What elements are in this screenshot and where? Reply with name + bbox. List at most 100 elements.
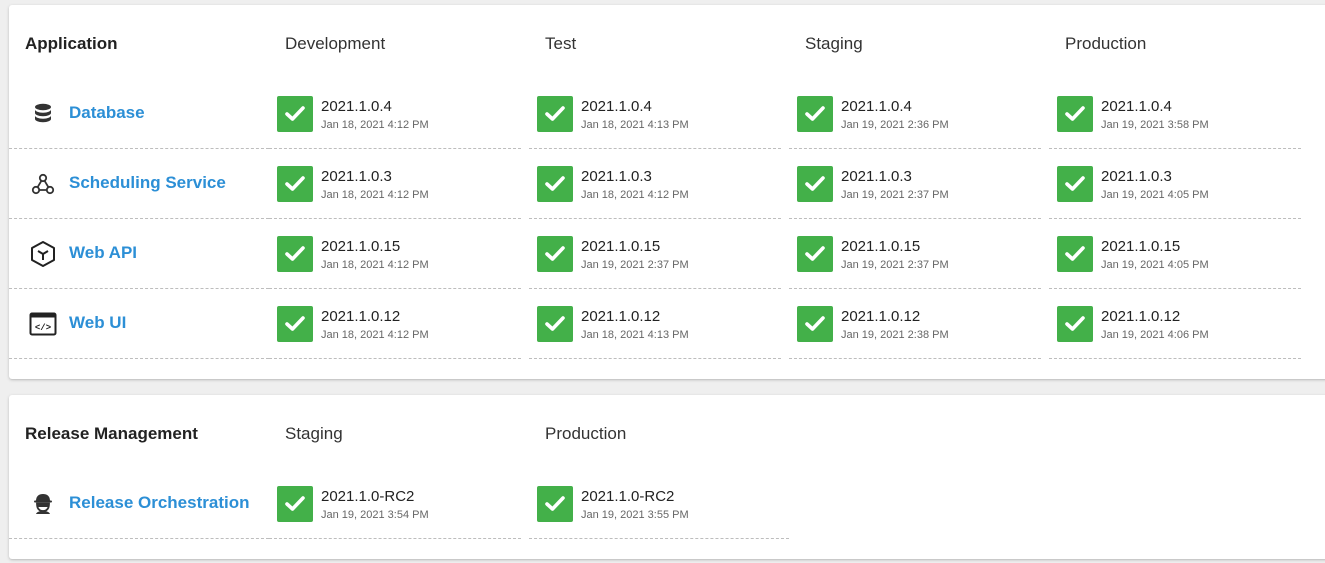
version-label: 2021.1.0.3 xyxy=(581,168,652,185)
deployment-cell-test[interactable]: 2021.1.0.15 Jan 19, 2021 2:37 PM xyxy=(529,219,781,289)
deployment-cell-production[interactable]: 2021.1.0.15 Jan 19, 2021 4:05 PM xyxy=(1049,219,1301,289)
deployment-cell-production[interactable]: 2021.1.0.12 Jan 19, 2021 4:06 PM xyxy=(1049,289,1301,359)
version-label: 2021.1.0.12 xyxy=(321,308,401,325)
header-test: Test xyxy=(545,34,577,53)
deployment-cell-development[interactable]: 2021.1.0.3 Jan 18, 2021 4:12 PM xyxy=(269,149,521,219)
success-check-icon xyxy=(277,306,313,342)
success-check-icon xyxy=(1057,166,1093,202)
table-row: Release Orchestration 2021.1.0-RC2 Jan 1… xyxy=(9,469,1309,539)
deploy-timestamp: Jan 19, 2021 2:37 PM xyxy=(581,259,689,271)
deploy-timestamp: Jan 18, 2021 4:12 PM xyxy=(321,189,429,201)
header-production: Production xyxy=(1065,34,1147,53)
header-release-management: Release Management xyxy=(25,424,198,443)
code-window-icon: </> xyxy=(29,310,57,338)
deploy-timestamp: Jan 18, 2021 4:12 PM xyxy=(321,119,429,131)
version-label: 2021.1.0.3 xyxy=(1101,168,1172,185)
version-label: 2021.1.0.4 xyxy=(321,98,392,115)
deployment-cell-staging[interactable]: 2021.1.0.12 Jan 19, 2021 2:38 PM xyxy=(789,289,1041,359)
deploy-timestamp: Jan 19, 2021 2:36 PM xyxy=(841,119,949,131)
version-label: 2021.1.0-RC2 xyxy=(581,488,675,505)
success-check-icon xyxy=(277,236,313,272)
version-label: 2021.1.0.15 xyxy=(321,238,401,255)
deploy-timestamp: Jan 19, 2021 2:37 PM xyxy=(841,189,949,201)
application-cell: </> Web UI xyxy=(9,289,269,359)
success-check-icon xyxy=(277,166,313,202)
deploy-timestamp: Jan 19, 2021 3:58 PM xyxy=(1101,119,1209,131)
deployment-cell-production[interactable]: 2021.1.0.3 Jan 19, 2021 4:05 PM xyxy=(1049,149,1301,219)
success-check-icon xyxy=(797,96,833,132)
deployment-cell-development[interactable]: 2021.1.0.12 Jan 18, 2021 4:12 PM xyxy=(269,289,521,359)
header-development: Development xyxy=(285,34,386,53)
deploy-timestamp: Jan 18, 2021 4:12 PM xyxy=(321,329,429,341)
deployment-cell-production[interactable]: 2021.1.0.4 Jan 19, 2021 3:58 PM xyxy=(1049,79,1301,149)
agent-icon xyxy=(29,490,57,518)
deploy-timestamp: Jan 19, 2021 3:55 PM xyxy=(581,509,689,521)
version-label: 2021.1.0.3 xyxy=(321,168,392,185)
success-check-icon xyxy=(537,306,573,342)
success-check-icon xyxy=(1057,236,1093,272)
deployment-cell-development[interactable]: 2021.1.0.15 Jan 18, 2021 4:12 PM xyxy=(269,219,521,289)
deploy-timestamp: Jan 19, 2021 3:54 PM xyxy=(321,509,429,521)
deploy-timestamp: Jan 19, 2021 2:38 PM xyxy=(841,329,949,341)
table-row: Scheduling Service 2021.1.0.3 Jan 18, 20… xyxy=(9,149,1309,219)
table-row: Web API 2021.1.0.15 Jan 18, 2021 4:12 PM… xyxy=(9,219,1309,289)
header-staging: Staging xyxy=(805,34,863,53)
success-check-icon xyxy=(797,236,833,272)
deployment-cell-test[interactable]: 2021.1.0.12 Jan 18, 2021 4:13 PM xyxy=(529,289,781,359)
svg-text:</>: </> xyxy=(35,323,51,333)
application-cell: Scheduling Service xyxy=(9,149,269,219)
application-cell: Database xyxy=(9,79,269,149)
deploy-timestamp: Jan 19, 2021 4:06 PM xyxy=(1101,329,1209,341)
header-production: Production xyxy=(545,424,627,443)
app-link-database[interactable]: Database xyxy=(69,103,145,123)
success-check-icon xyxy=(537,166,573,202)
deploy-timestamp: Jan 18, 2021 4:13 PM xyxy=(581,329,689,341)
success-check-icon xyxy=(1057,306,1093,342)
header-application: Application xyxy=(25,34,118,53)
release-management-card: Release Management Staging Production Re… xyxy=(9,395,1325,559)
success-check-icon xyxy=(537,96,573,132)
app-link-release-orchestration[interactable]: Release Orchestration xyxy=(69,493,249,513)
application-cell: Release Orchestration xyxy=(9,469,269,539)
api-cube-icon xyxy=(29,240,57,268)
app-link-web-ui[interactable]: Web UI xyxy=(69,313,126,333)
deployment-cell-staging[interactable]: 2021.1.0.3 Jan 19, 2021 2:37 PM xyxy=(789,149,1041,219)
success-check-icon xyxy=(277,486,313,522)
version-label: 2021.1.0-RC2 xyxy=(321,488,415,505)
version-label: 2021.1.0.3 xyxy=(841,168,912,185)
deploy-timestamp: Jan 18, 2021 4:12 PM xyxy=(321,259,429,271)
table-header: Release Management Staging Production xyxy=(9,395,1325,473)
table-row: Database 2021.1.0.4 Jan 18, 2021 4:12 PM… xyxy=(9,79,1309,149)
version-label: 2021.1.0.12 xyxy=(1101,308,1181,325)
deploy-timestamp: Jan 19, 2021 4:05 PM xyxy=(1101,189,1209,201)
version-label: 2021.1.0.12 xyxy=(581,308,661,325)
success-check-icon xyxy=(277,96,313,132)
deploy-timestamp: Jan 18, 2021 4:13 PM xyxy=(581,119,689,131)
success-check-icon xyxy=(537,486,573,522)
deployment-cell-staging[interactable]: 2021.1.0.15 Jan 19, 2021 2:37 PM xyxy=(789,219,1041,289)
database-icon xyxy=(29,100,57,128)
deployment-cell-test[interactable]: 2021.1.0.4 Jan 18, 2021 4:13 PM xyxy=(529,79,781,149)
deploy-timestamp: Jan 19, 2021 2:37 PM xyxy=(841,259,949,271)
success-check-icon xyxy=(537,236,573,272)
deployment-cell-development[interactable]: 2021.1.0.4 Jan 18, 2021 4:12 PM xyxy=(269,79,521,149)
app-link-web-api[interactable]: Web API xyxy=(69,243,137,263)
deployment-cell-test[interactable]: 2021.1.0.3 Jan 18, 2021 4:12 PM xyxy=(529,149,781,219)
success-check-icon xyxy=(797,166,833,202)
version-label: 2021.1.0.12 xyxy=(841,308,921,325)
version-label: 2021.1.0.4 xyxy=(581,98,652,115)
deployment-cell-production[interactable]: 2021.1.0-RC2 Jan 19, 2021 3:55 PM xyxy=(529,469,789,539)
deploy-timestamp: Jan 18, 2021 4:12 PM xyxy=(581,189,689,201)
application-cell: Web API xyxy=(9,219,269,289)
deploy-timestamp: Jan 19, 2021 4:05 PM xyxy=(1101,259,1209,271)
table-row: </> Web UI 2021.1.0.12 Jan 18, 2021 4:12… xyxy=(9,289,1309,359)
deployment-cell-staging[interactable]: 2021.1.0-RC2 Jan 19, 2021 3:54 PM xyxy=(269,469,521,539)
application-dashboard-card: Application Development Test Staging Pro… xyxy=(9,5,1325,379)
webhook-icon xyxy=(29,170,57,198)
version-label: 2021.1.0.4 xyxy=(841,98,912,115)
success-check-icon xyxy=(797,306,833,342)
version-label: 2021.1.0.15 xyxy=(581,238,661,255)
version-label: 2021.1.0.4 xyxy=(1101,98,1172,115)
deployment-cell-staging[interactable]: 2021.1.0.4 Jan 19, 2021 2:36 PM xyxy=(789,79,1041,149)
app-link-scheduling-service[interactable]: Scheduling Service xyxy=(69,173,226,193)
